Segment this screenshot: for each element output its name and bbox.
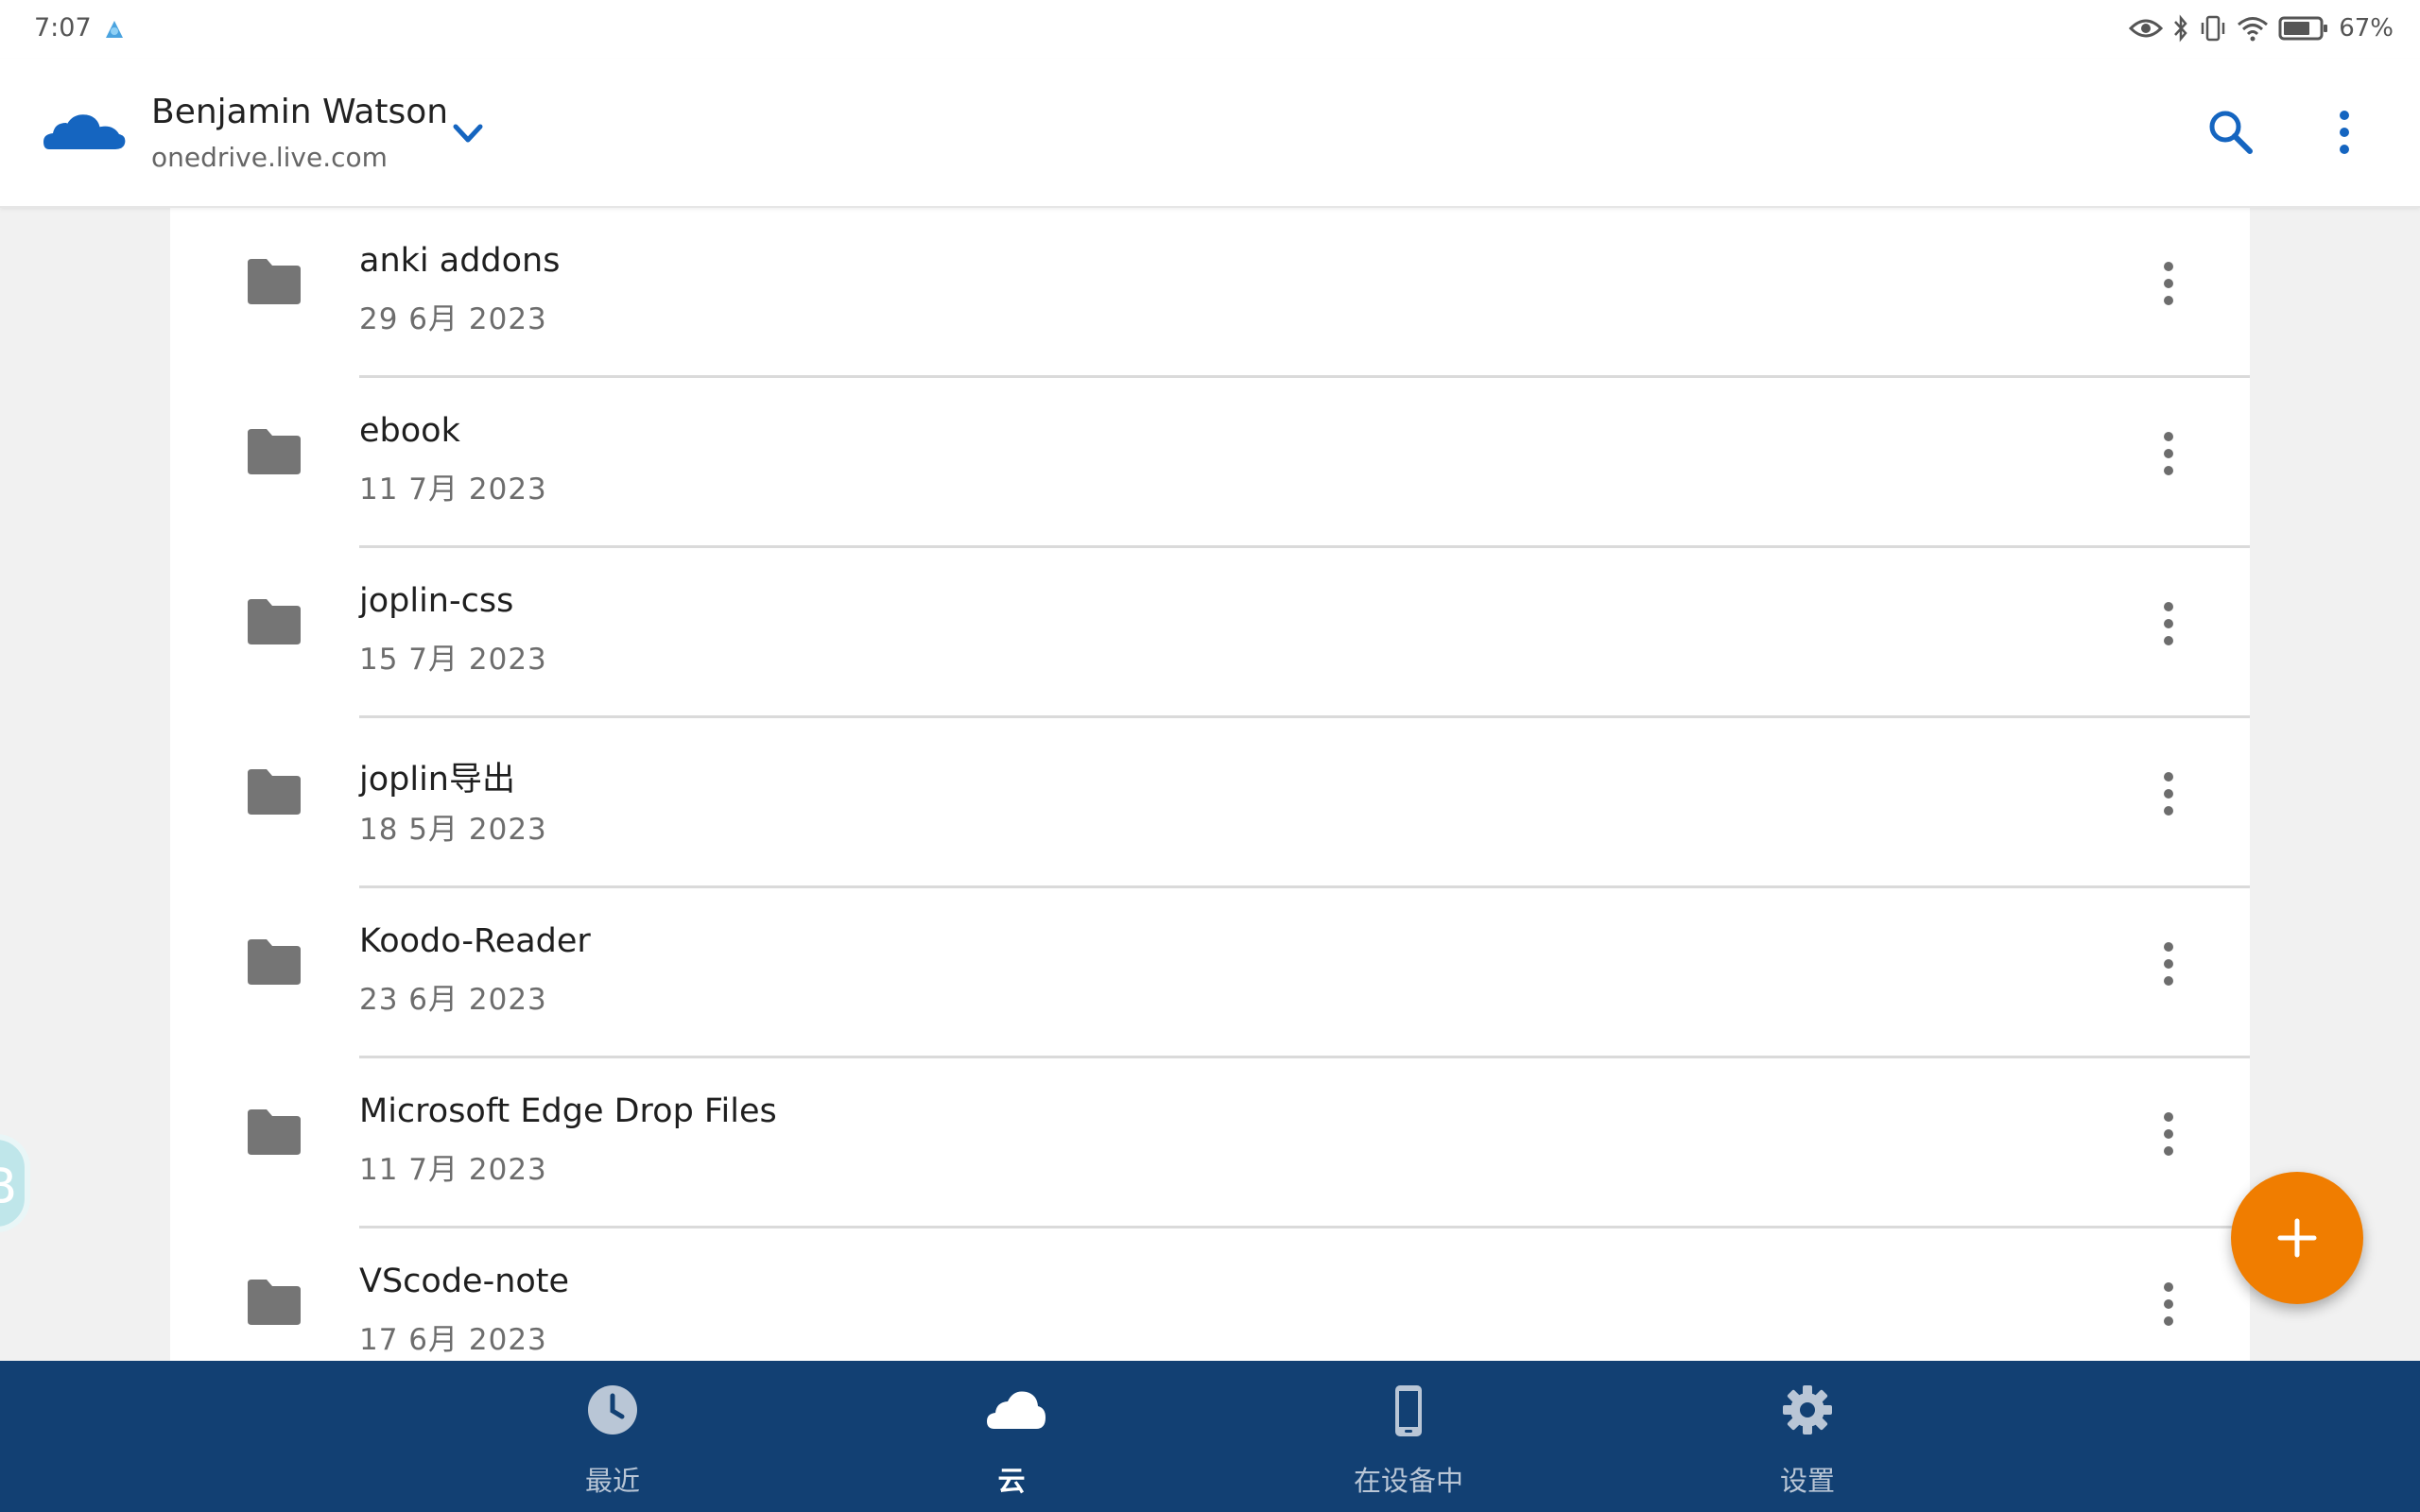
item-name: VScode-note (359, 1263, 570, 1300)
folder-icon (248, 429, 301, 474)
app-notification-icon (106, 21, 123, 38)
item-date: 23 6月 2023 (359, 983, 547, 1017)
vibrate-icon (2201, 15, 2225, 42)
floating-assistant-bubble[interactable]: B (0, 1134, 30, 1232)
item-more-icon[interactable] (2152, 425, 2186, 482)
list-item[interactable]: anki addons 29 6月 2023 (170, 208, 2250, 378)
nav-item-recent[interactable]: 最近 (499, 1361, 726, 1512)
file-list: anki addons 29 6月 2023 ebook 11 7月 2023 … (170, 208, 2250, 1361)
status-icons: 67% (2129, 11, 2394, 45)
more-options-icon[interactable] (2318, 104, 2371, 161)
bottom-navigation: 最近 云 在设备中 设置 (0, 1361, 2420, 1512)
onedrive-logo-icon (43, 112, 126, 149)
item-date: 11 7月 2023 (359, 472, 547, 507)
add-button[interactable] (2231, 1172, 2363, 1304)
cloud-icon (987, 1391, 1046, 1429)
chevron-down-icon[interactable] (446, 112, 490, 155)
folder-icon (248, 259, 301, 304)
item-more-icon[interactable] (2152, 1106, 2186, 1162)
wifi-icon (2238, 17, 2269, 42)
app-header: Benjamin Watson onedrive.live.com (0, 59, 2420, 208)
status-time: 7:07 (34, 13, 92, 43)
item-date: 17 6月 2023 (359, 1323, 547, 1357)
item-name: joplin-css (359, 582, 514, 620)
item-date: 15 7月 2023 (359, 643, 547, 677)
item-more-icon[interactable] (2152, 936, 2186, 992)
bluetooth-icon (2174, 14, 2187, 43)
folder-icon (248, 1280, 301, 1325)
item-more-icon[interactable] (2152, 765, 2186, 822)
list-item[interactable]: ebook 11 7月 2023 (170, 378, 2250, 548)
item-date: 18 5月 2023 (359, 813, 547, 847)
list-item[interactable]: VScode-note 17 6月 2023 (170, 1228, 2250, 1361)
list-item[interactable]: Koodo-Reader 23 6月 2023 (170, 888, 2250, 1058)
item-name: Koodo-Reader (359, 922, 591, 960)
nav-item-on-device[interactable]: 在设备中 (1295, 1361, 1522, 1512)
battery-percent: 67% (2339, 14, 2394, 43)
gear-icon (1783, 1385, 1832, 1435)
nav-label: 云 (997, 1465, 1026, 1497)
nav-label: 设置 (1779, 1465, 1835, 1497)
item-more-icon[interactable] (2152, 255, 2186, 312)
nav-item-settings[interactable]: 设置 (1694, 1361, 1921, 1512)
nav-label: 在设备中 (1353, 1465, 1463, 1497)
folder-icon (248, 1109, 301, 1155)
bubble-letter: B (0, 1159, 17, 1215)
nav-item-cloud[interactable]: 云 (898, 1361, 1125, 1512)
item-more-icon[interactable] (2152, 595, 2186, 652)
folder-icon (248, 939, 301, 985)
item-more-icon[interactable] (2152, 1276, 2186, 1332)
item-name: Microsoft Edge Drop Files (359, 1092, 777, 1130)
item-name: joplin导出 (359, 761, 515, 799)
item-name: ebook (359, 412, 460, 450)
battery-icon (2278, 16, 2328, 41)
phone-icon (1395, 1385, 1422, 1436)
nav-label: 最近 (584, 1465, 640, 1497)
account-name: Benjamin Watson (151, 93, 449, 131)
item-date: 11 7月 2023 (359, 1153, 547, 1187)
folder-icon (248, 599, 301, 644)
list-item[interactable]: joplin导出 18 5月 2023 (170, 718, 2250, 888)
account-domain: onedrive.live.com (151, 142, 388, 173)
folder-icon (248, 769, 301, 815)
plus-icon (2277, 1218, 2317, 1258)
clock-icon (588, 1385, 637, 1435)
list-item[interactable]: Microsoft Edge Drop Files 11 7月 2023 (170, 1058, 2250, 1228)
item-name: anki addons (359, 242, 561, 280)
status-bar: 7:07 67% (0, 0, 2420, 59)
item-date: 29 6月 2023 (359, 302, 547, 336)
search-icon[interactable] (2203, 104, 2259, 161)
list-item[interactable]: joplin-css 15 7月 2023 (170, 548, 2250, 718)
eye-icon (2129, 19, 2164, 38)
